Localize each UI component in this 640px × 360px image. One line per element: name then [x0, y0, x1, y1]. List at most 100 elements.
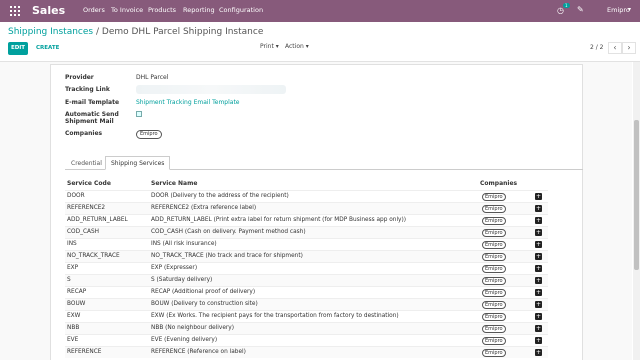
auto-send-label: Automatic Send Shipment Mail	[65, 111, 119, 125]
add-icon[interactable]: +	[535, 277, 542, 284]
company-tag[interactable]: Emipro	[482, 349, 506, 357]
create-button[interactable]: CREATE	[36, 42, 59, 55]
service-code-cell: DOOR	[67, 193, 85, 199]
add-icon[interactable]: +	[535, 301, 542, 308]
service-code-cell: NBB	[67, 325, 80, 331]
menu-configuration[interactable]: Configuration	[219, 6, 263, 14]
company-tag[interactable]: Emipro	[482, 337, 506, 345]
service-name-cell: INS (All risk insurance)	[151, 241, 217, 247]
scrollbar-thumb[interactable]	[634, 120, 639, 270]
company-tag[interactable]: Emipro	[482, 301, 506, 309]
company-tag[interactable]: Emipro	[482, 217, 506, 225]
table-row[interactable]: COD_CASH COD_CASH (Cash on delivery. Paym…	[65, 226, 548, 238]
action-dropdown[interactable]: Action ▾	[285, 43, 309, 50]
table-row[interactable]: ADD_RETURN_LABEL ADD_RETURN_LABEL (Print …	[65, 214, 548, 226]
table-row[interactable]: REFERENCE2 REFERENCE2 (Extra reference la…	[65, 202, 548, 214]
menu-to-invoice[interactable]: To Invoice	[111, 6, 143, 14]
company-tag[interactable]: Emipro	[482, 265, 506, 273]
provider-label: Provider	[65, 74, 94, 81]
service-code-cell: REFERENCE2	[67, 205, 106, 211]
column-header-companies[interactable]: Companies	[480, 180, 517, 187]
notebook-tabs: Credential Shipping Services	[65, 156, 583, 170]
column-header-service-name[interactable]: Service Name	[151, 180, 197, 187]
tab-credential[interactable]: Credential	[65, 156, 108, 170]
column-header-service-code[interactable]: Service Code	[67, 180, 111, 187]
menu-orders[interactable]: Orders	[83, 6, 105, 14]
user-menu[interactable]: Emipro	[607, 6, 630, 14]
service-name-cell: COD_CASH (Cash on delivery. Payment meth…	[151, 229, 306, 235]
page-title: Demo DHL Parcel Shipping Instance	[101, 27, 264, 37]
service-name-cell: RECAP (Additional proof of delivery)	[151, 289, 256, 295]
menu-products[interactable]: Products	[148, 6, 176, 14]
tab-shipping-services[interactable]: Shipping Services	[105, 156, 171, 170]
app-title[interactable]: Sales	[32, 4, 65, 17]
add-icon[interactable]: +	[535, 229, 542, 236]
add-icon[interactable]: +	[535, 265, 542, 272]
company-tag[interactable]: Emipro	[482, 205, 506, 213]
service-code-cell: S	[67, 277, 71, 283]
form-view: Provider DHL Parcel Tracking Link E-mail…	[0, 62, 632, 360]
service-code-cell: BOUW	[67, 301, 86, 307]
chat-icon[interactable]: ✎	[577, 5, 584, 14]
breadcrumb-parent[interactable]: Shipping Instances	[8, 27, 93, 37]
menu-reporting[interactable]: Reporting	[183, 6, 215, 14]
pager-previous-button[interactable]: ‹	[608, 42, 622, 54]
table-row[interactable]: EXW EXW (Ex Works. The recipient pays for…	[65, 310, 548, 322]
add-icon[interactable]: +	[535, 313, 542, 320]
table-row[interactable]: REFERENCE REFERENCE (Reference on label) E…	[65, 346, 548, 358]
company-tag[interactable]: Emipro	[482, 277, 506, 285]
email-template-link[interactable]: Shipment Tracking Email Template	[136, 99, 240, 106]
add-icon[interactable]: +	[535, 217, 542, 224]
apps-menu-icon[interactable]	[10, 6, 20, 16]
breadcrumb: Shipping Instances / Demo DHL Parcel Shi…	[8, 27, 263, 37]
companies-label: Companies	[65, 130, 103, 137]
table-row[interactable]: NO_TRACK_TRACE NO_TRACK_TRACE (No track a…	[65, 250, 548, 262]
service-code-cell: RECAP	[67, 289, 87, 295]
company-tag[interactable]: Emipro	[482, 289, 506, 297]
pager-value[interactable]: 2 / 2	[590, 44, 603, 51]
service-name-cell: REFERENCE2 (Extra reference label)	[151, 205, 257, 211]
add-icon[interactable]: +	[535, 325, 542, 332]
edit-button[interactable]: EDIT	[8, 42, 28, 55]
table-row[interactable]: DOOR DOOR (Delivery to the address of the…	[65, 190, 548, 202]
table-row[interactable]: S S (Saturday delivery) Emipro +	[65, 274, 548, 286]
company-tag[interactable]: Emipro	[482, 193, 506, 201]
table-row[interactable]: INS INS (All risk insurance) Emipro +	[65, 238, 548, 250]
breadcrumb-separator: /	[95, 27, 100, 37]
company-tag[interactable]: Emipro	[482, 325, 506, 333]
pager-next-button[interactable]: ›	[622, 42, 636, 54]
company-tag[interactable]: Emipro	[482, 313, 506, 321]
service-code-cell: ADD_RETURN_LABEL	[67, 217, 128, 223]
service-name-cell: EXP (Expresser)	[151, 265, 198, 271]
add-icon[interactable]: +	[535, 205, 542, 212]
service-code-cell: REFERENCE	[67, 349, 102, 355]
action-label: Action	[285, 43, 304, 50]
table-row[interactable]: RECAP RECAP (Additional proof of delivery…	[65, 286, 548, 298]
auto-send-checkbox[interactable]	[136, 111, 142, 117]
table-row[interactable]: EVE EVE (Evening delivery) Emipro +	[65, 334, 548, 346]
company-tag[interactable]: Emipro	[482, 229, 506, 237]
auto-send-label-line1: Automatic Send	[65, 111, 119, 118]
service-name-cell: REFERENCE (Reference on label)	[151, 349, 246, 355]
table-row[interactable]: NBB NBB (No neighbour delivery) Emipro +	[65, 322, 548, 334]
company-tag[interactable]: Emipro	[482, 241, 506, 249]
add-icon[interactable]: +	[535, 349, 542, 356]
add-icon[interactable]: +	[535, 241, 542, 248]
add-icon[interactable]: +	[535, 253, 542, 260]
add-icon[interactable]: +	[535, 193, 542, 200]
service-code-cell: COD_CASH	[67, 229, 100, 235]
company-tag[interactable]: Emipro	[136, 130, 162, 139]
table-row[interactable]: EXP EXP (Expresser) Emipro +	[65, 262, 548, 274]
service-code-cell: EVE	[67, 337, 79, 343]
company-tag[interactable]: Emipro	[482, 253, 506, 261]
service-name-cell: S (Saturday delivery)	[151, 277, 213, 283]
add-icon[interactable]: +	[535, 337, 542, 344]
print-label: Print	[260, 43, 274, 50]
print-dropdown[interactable]: Print ▾	[260, 43, 279, 50]
service-name-cell: NO_TRACK_TRACE (No track and trace for s…	[151, 253, 303, 259]
service-name-cell: NBB (No neighbour delivery)	[151, 325, 234, 331]
chevron-down-icon: ▾	[628, 6, 632, 13]
table-row[interactable]: BOUW BOUW (Delivery to construction site)…	[65, 298, 548, 310]
provider-value: DHL Parcel	[136, 74, 169, 81]
add-icon[interactable]: +	[535, 289, 542, 296]
